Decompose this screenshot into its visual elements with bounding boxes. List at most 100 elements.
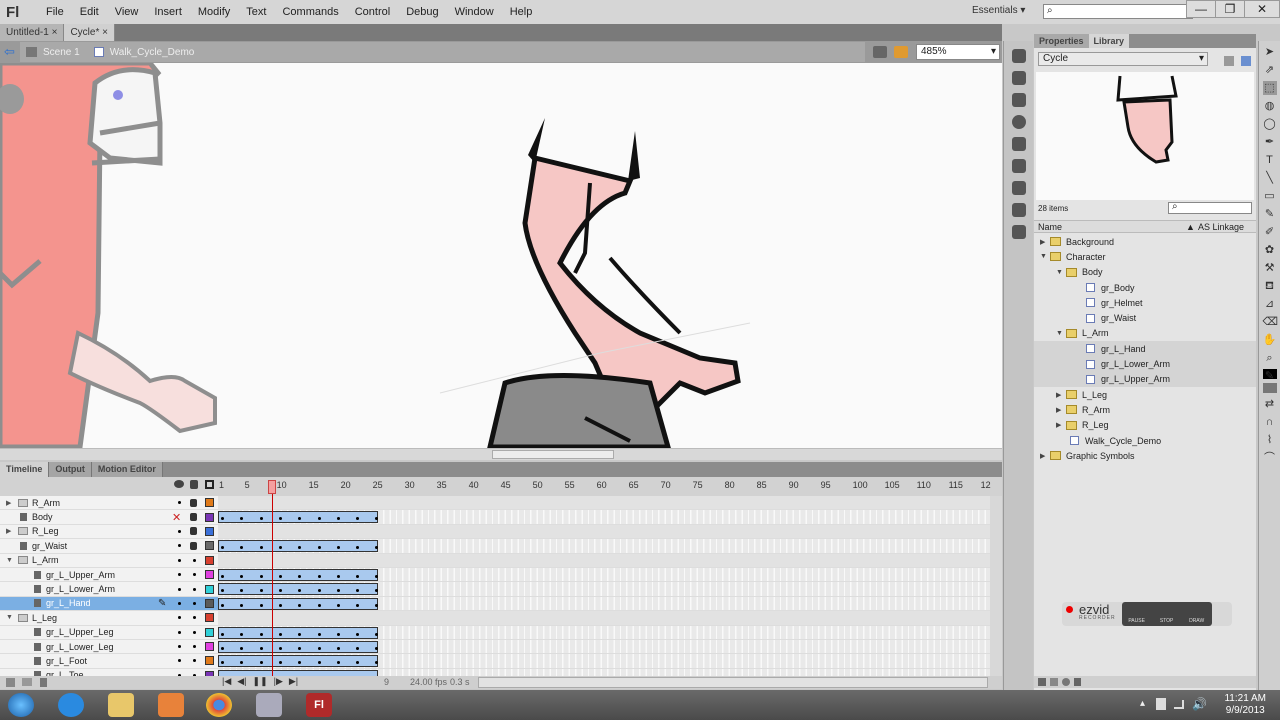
keyframe[interactable]: [375, 661, 379, 665]
layer-outline-color[interactable]: [205, 598, 214, 608]
library-item[interactable]: gr_Body: [1034, 280, 1256, 295]
lock-dot[interactable]: [193, 558, 196, 562]
layer-outline-color[interactable]: [205, 498, 214, 508]
library-item[interactable]: ▶ Background: [1034, 234, 1256, 249]
expand-triangle-right-icon[interactable]: ▶: [1040, 238, 1050, 246]
expand-triangle-right-icon[interactable]: ▶: [6, 499, 11, 507]
expand-triangle-right-icon[interactable]: ▶: [6, 527, 11, 535]
frame-row[interactable]: [218, 639, 990, 655]
timeline-layer-row[interactable]: gr_L_Foot: [0, 654, 218, 669]
visibility-dot[interactable]: [178, 529, 181, 533]
menu-commands[interactable]: Commands: [274, 6, 346, 18]
keyframe[interactable]: [221, 632, 224, 636]
layer-outline-color[interactable]: [205, 512, 214, 522]
keyframe[interactable]: [221, 646, 224, 650]
eyedropper-tool-icon[interactable]: ⊿: [1263, 297, 1277, 311]
help-search-input[interactable]: ⌕: [1043, 4, 1193, 19]
keyframe[interactable]: [356, 574, 360, 578]
keyframe[interactable]: [240, 517, 244, 521]
library-search-input[interactable]: ⌕: [1168, 201, 1252, 214]
keyframe[interactable]: [317, 589, 321, 593]
keyframe[interactable]: [240, 589, 244, 593]
hand-tool-icon[interactable]: ✋: [1263, 333, 1277, 347]
keyframe[interactable]: [317, 646, 321, 650]
frame-row[interactable]: [218, 567, 990, 583]
info-icon[interactable]: [1011, 115, 1026, 129]
lock-dot[interactable]: [193, 616, 196, 620]
keyframe[interactable]: [240, 661, 244, 665]
frame-row[interactable]: [218, 496, 990, 511]
lock-dot[interactable]: [193, 645, 196, 649]
layer-outline-color[interactable]: [205, 613, 214, 623]
library-item[interactable]: ▼ L_Arm: [1034, 326, 1256, 341]
pen-tool-icon[interactable]: ✒: [1263, 135, 1277, 149]
keyframe[interactable]: [336, 632, 340, 636]
timeline-layer-row[interactable]: gr_L_Toe: [0, 669, 218, 676]
tray-expand-icon[interactable]: ▴: [1140, 698, 1145, 709]
hidden-x-icon[interactable]: ✕: [172, 511, 181, 524]
frame-row[interactable]: [218, 611, 990, 626]
keyframe[interactable]: [221, 517, 224, 521]
stage-canvas[interactable]: [0, 63, 1002, 448]
stroke-color-tool-icon[interactable]: ✎: [1262, 369, 1277, 382]
snap-tool-icon[interactable]: ∩: [1263, 415, 1277, 429]
workspace-switcher[interactable]: Essentials ▾: [972, 5, 1025, 16]
keyframe[interactable]: [259, 517, 263, 521]
layer-name[interactable]: R_Leg: [32, 526, 59, 536]
menu-modify[interactable]: Modify: [190, 6, 238, 18]
visibility-dot[interactable]: [178, 659, 181, 663]
keyframe[interactable]: [356, 632, 360, 636]
layer-outline-color[interactable]: [205, 627, 214, 637]
bone-tool-icon[interactable]: ⚒: [1263, 261, 1277, 275]
keyframe[interactable]: [336, 589, 340, 593]
pause-button[interactable]: ❚❚: [253, 676, 268, 687]
text-tool-icon[interactable]: T: [1263, 153, 1277, 167]
timeline-layer-row[interactable]: ▶ R_Arm: [0, 496, 218, 511]
file-explorer-icon[interactable]: [108, 693, 134, 717]
keyframe[interactable]: [240, 574, 244, 578]
new-folder-icon[interactable]: [22, 678, 32, 686]
timeline-layer-row[interactable]: ▼ L_Arm: [0, 554, 218, 568]
step-forward-button[interactable]: |▶: [274, 676, 283, 687]
timeline-layer-row[interactable]: ▶ R_Leg: [0, 525, 218, 540]
layer-name[interactable]: gr_L_Upper_Leg: [46, 627, 114, 637]
flash-taskbar-icon[interactable]: Fl: [306, 693, 332, 717]
keyframe[interactable]: [278, 646, 282, 650]
lasso-tool-icon[interactable]: ◯: [1263, 117, 1277, 131]
breadcrumb-symbol[interactable]: Walk_Cycle_Demo: [110, 47, 195, 58]
close-tab-icon[interactable]: ×: [52, 27, 58, 38]
tab-timeline[interactable]: Timeline: [0, 462, 50, 477]
visibility-dot[interactable]: [178, 630, 181, 634]
smooth-tool-icon[interactable]: ⌇: [1263, 433, 1277, 447]
timeline-layer-row[interactable]: Body ✕: [0, 510, 218, 525]
keyframe[interactable]: [221, 603, 224, 607]
frame-row[interactable]: [218, 596, 990, 612]
menu-edit[interactable]: Edit: [72, 6, 107, 18]
column-name[interactable]: Name: [1038, 222, 1062, 232]
library-item[interactable]: ▼ Character: [1034, 249, 1256, 264]
keyframe[interactable]: [298, 517, 302, 521]
chrome-icon[interactable]: [206, 693, 232, 717]
menu-control[interactable]: Control: [347, 6, 398, 18]
new-symbol-icon[interactable]: [1038, 678, 1046, 686]
timeline-vertical-scrollbar[interactable]: [990, 496, 1002, 676]
pin-library-icon[interactable]: [1224, 56, 1234, 66]
lock-icon[interactable]: [190, 513, 197, 522]
library-item[interactable]: gr_L_Upper_Arm: [1034, 371, 1256, 387]
keyframe[interactable]: [375, 646, 379, 650]
keyframe[interactable]: [278, 589, 282, 593]
swatches-icon[interactable]: [1011, 71, 1026, 85]
expand-triangle-right-icon[interactable]: ▶: [1056, 391, 1066, 399]
zoom-tool-icon[interactable]: ⌕: [1263, 351, 1277, 365]
visibility-dot[interactable]: [178, 501, 181, 505]
keyframe[interactable]: [259, 603, 263, 607]
layer-outline-color[interactable]: [205, 541, 214, 551]
visibility-dot[interactable]: [178, 558, 181, 562]
tween-span[interactable]: [218, 511, 379, 524]
keyframe[interactable]: [317, 574, 321, 578]
subselect-tool-icon[interactable]: ⇗: [1263, 63, 1277, 77]
webcam-icon[interactable]: [256, 693, 282, 717]
frame-row[interactable]: [218, 582, 990, 597]
expand-triangle-down-icon[interactable]: ▼: [1056, 269, 1066, 276]
keyframe[interactable]: [278, 546, 282, 550]
